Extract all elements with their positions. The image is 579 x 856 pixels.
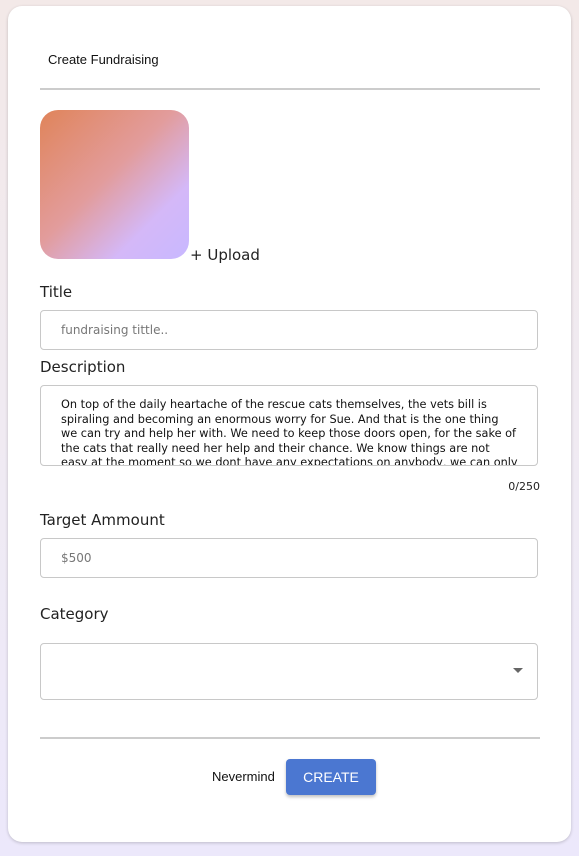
target-amount-input[interactable]: $500	[40, 538, 538, 578]
divider	[40, 737, 540, 739]
category-select[interactable]	[40, 643, 538, 700]
title-label: Title	[40, 283, 73, 301]
divider	[40, 88, 540, 90]
title-input[interactable]: fundraising tittle..	[40, 310, 538, 350]
target-amount-placeholder: $500	[61, 551, 92, 565]
description-label: Description	[40, 358, 126, 376]
create-fundraising-card: Create Fundraising + Upload Title fundra…	[8, 6, 571, 842]
create-button[interactable]: CREATE	[286, 759, 376, 795]
image-preview[interactable]	[40, 110, 189, 259]
description-textarea[interactable]: On top of the daily heartache of the res…	[40, 385, 538, 466]
chevron-down-icon	[513, 668, 523, 673]
category-label: Category	[40, 605, 109, 623]
target-amount-label: Target Ammount	[40, 511, 165, 529]
description-counter: 0/250	[508, 480, 540, 493]
upload-button[interactable]: + Upload	[190, 246, 260, 264]
nevermind-button[interactable]: Nevermind	[212, 769, 275, 784]
page-title: Create Fundraising	[48, 52, 159, 67]
title-placeholder: fundraising tittle..	[61, 323, 169, 337]
